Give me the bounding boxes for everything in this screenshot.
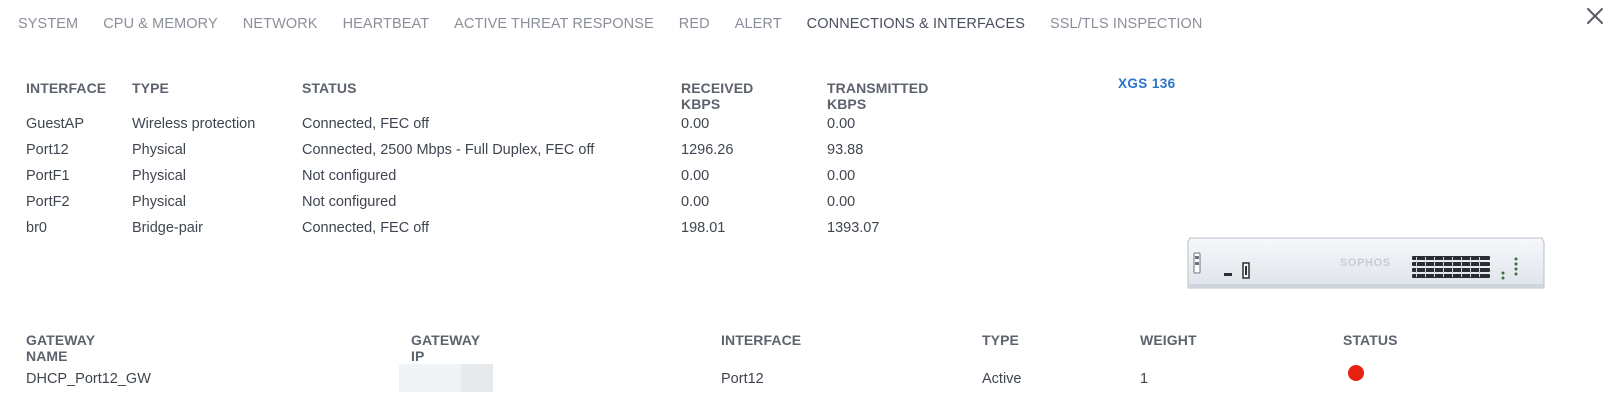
header-gateway-name: GATEWAY NAME [26, 332, 95, 364]
redacted-ip [399, 364, 497, 392]
cell-interface: br0 [26, 220, 47, 236]
close-button[interactable] [1579, 0, 1611, 32]
header-interface: INTERFACE [721, 332, 802, 348]
tab-red[interactable]: RED [679, 16, 710, 32]
header-type: TYPE [132, 80, 169, 96]
cell-type: Physical [132, 194, 186, 210]
device-brand-logo: SOPHOS [1340, 257, 1391, 269]
cell-interface: Port12 [721, 371, 764, 387]
cell-status: Connected, 2500 Mbps - Full Duplex, FEC … [302, 142, 595, 158]
cell-received: 198.01 [681, 220, 726, 236]
close-icon [1587, 8, 1603, 24]
cell-status: Connected, FEC off [302, 220, 430, 236]
cell-transmitted: 0.00 [827, 116, 856, 132]
cell-transmitted: 1393.07 [827, 220, 880, 236]
cell-transmitted: 93.88 [827, 142, 864, 158]
tab-network[interactable]: NETWORK [243, 16, 318, 32]
cell-type: Wireless protection [132, 116, 256, 132]
cell-status: Connected, FEC off [302, 116, 430, 132]
header-transmitted-kbps: TRANSMITTED KBPS [827, 80, 929, 112]
cell-received: 1296.26 [681, 142, 734, 158]
header-weight: WEIGHT [1140, 332, 1197, 348]
cell-interface: GuestAP [26, 116, 85, 132]
cell-transmitted: 0.00 [827, 194, 856, 210]
header-status: STATUS [1343, 332, 1398, 348]
tab-connections-interfaces[interactable]: CONNECTIONS & INTERFACES [807, 16, 1025, 32]
tab-bar: SYSTEM CPU & MEMORY NETWORK HEARTBEAT AC… [18, 16, 1227, 32]
header-type: TYPE [982, 332, 1019, 348]
cell-type: Active [982, 371, 1022, 387]
cell-type: Bridge-pair [132, 220, 203, 236]
cell-transmitted: 0.00 [827, 168, 856, 184]
cell-received: 0.00 [681, 116, 710, 132]
status-indicator-icon [1348, 365, 1364, 381]
cell-type: Physical [132, 142, 186, 158]
cell-received: 0.00 [681, 194, 710, 210]
device-model-label: XGS 136 [1118, 76, 1176, 91]
cell-received: 0.00 [681, 168, 710, 184]
cell-interface: Port12 [26, 142, 69, 158]
tab-alert[interactable]: ALERT [735, 16, 782, 32]
device-image: SOPHOS [1186, 234, 1546, 299]
cell-type: Physical [132, 168, 186, 184]
header-interface: INTERFACE [26, 80, 107, 96]
tab-ssl-tls-inspection[interactable]: SSL/TLS INSPECTION [1050, 16, 1202, 32]
tab-system[interactable]: SYSTEM [18, 16, 78, 32]
cell-interface: PortF2 [26, 194, 70, 210]
header-received-kbps: RECEIVED KBPS [681, 80, 754, 112]
cell-weight: 1 [1140, 371, 1149, 387]
header-status: STATUS [302, 80, 357, 96]
tab-active-threat-response[interactable]: ACTIVE THREAT RESPONSE [454, 16, 654, 32]
cell-gateway-name: DHCP_Port12_GW [26, 371, 151, 387]
appliance-icon: SOPHOS [1187, 237, 1545, 289]
tab-cpu-memory[interactable]: CPU & MEMORY [103, 16, 218, 32]
tab-heartbeat[interactable]: HEARTBEAT [343, 16, 430, 32]
cell-status: Not configured [302, 168, 397, 184]
header-gateway-ip: GATEWAY IP [411, 332, 480, 364]
cell-status: Not configured [302, 194, 397, 210]
cell-interface: PortF1 [26, 168, 70, 184]
